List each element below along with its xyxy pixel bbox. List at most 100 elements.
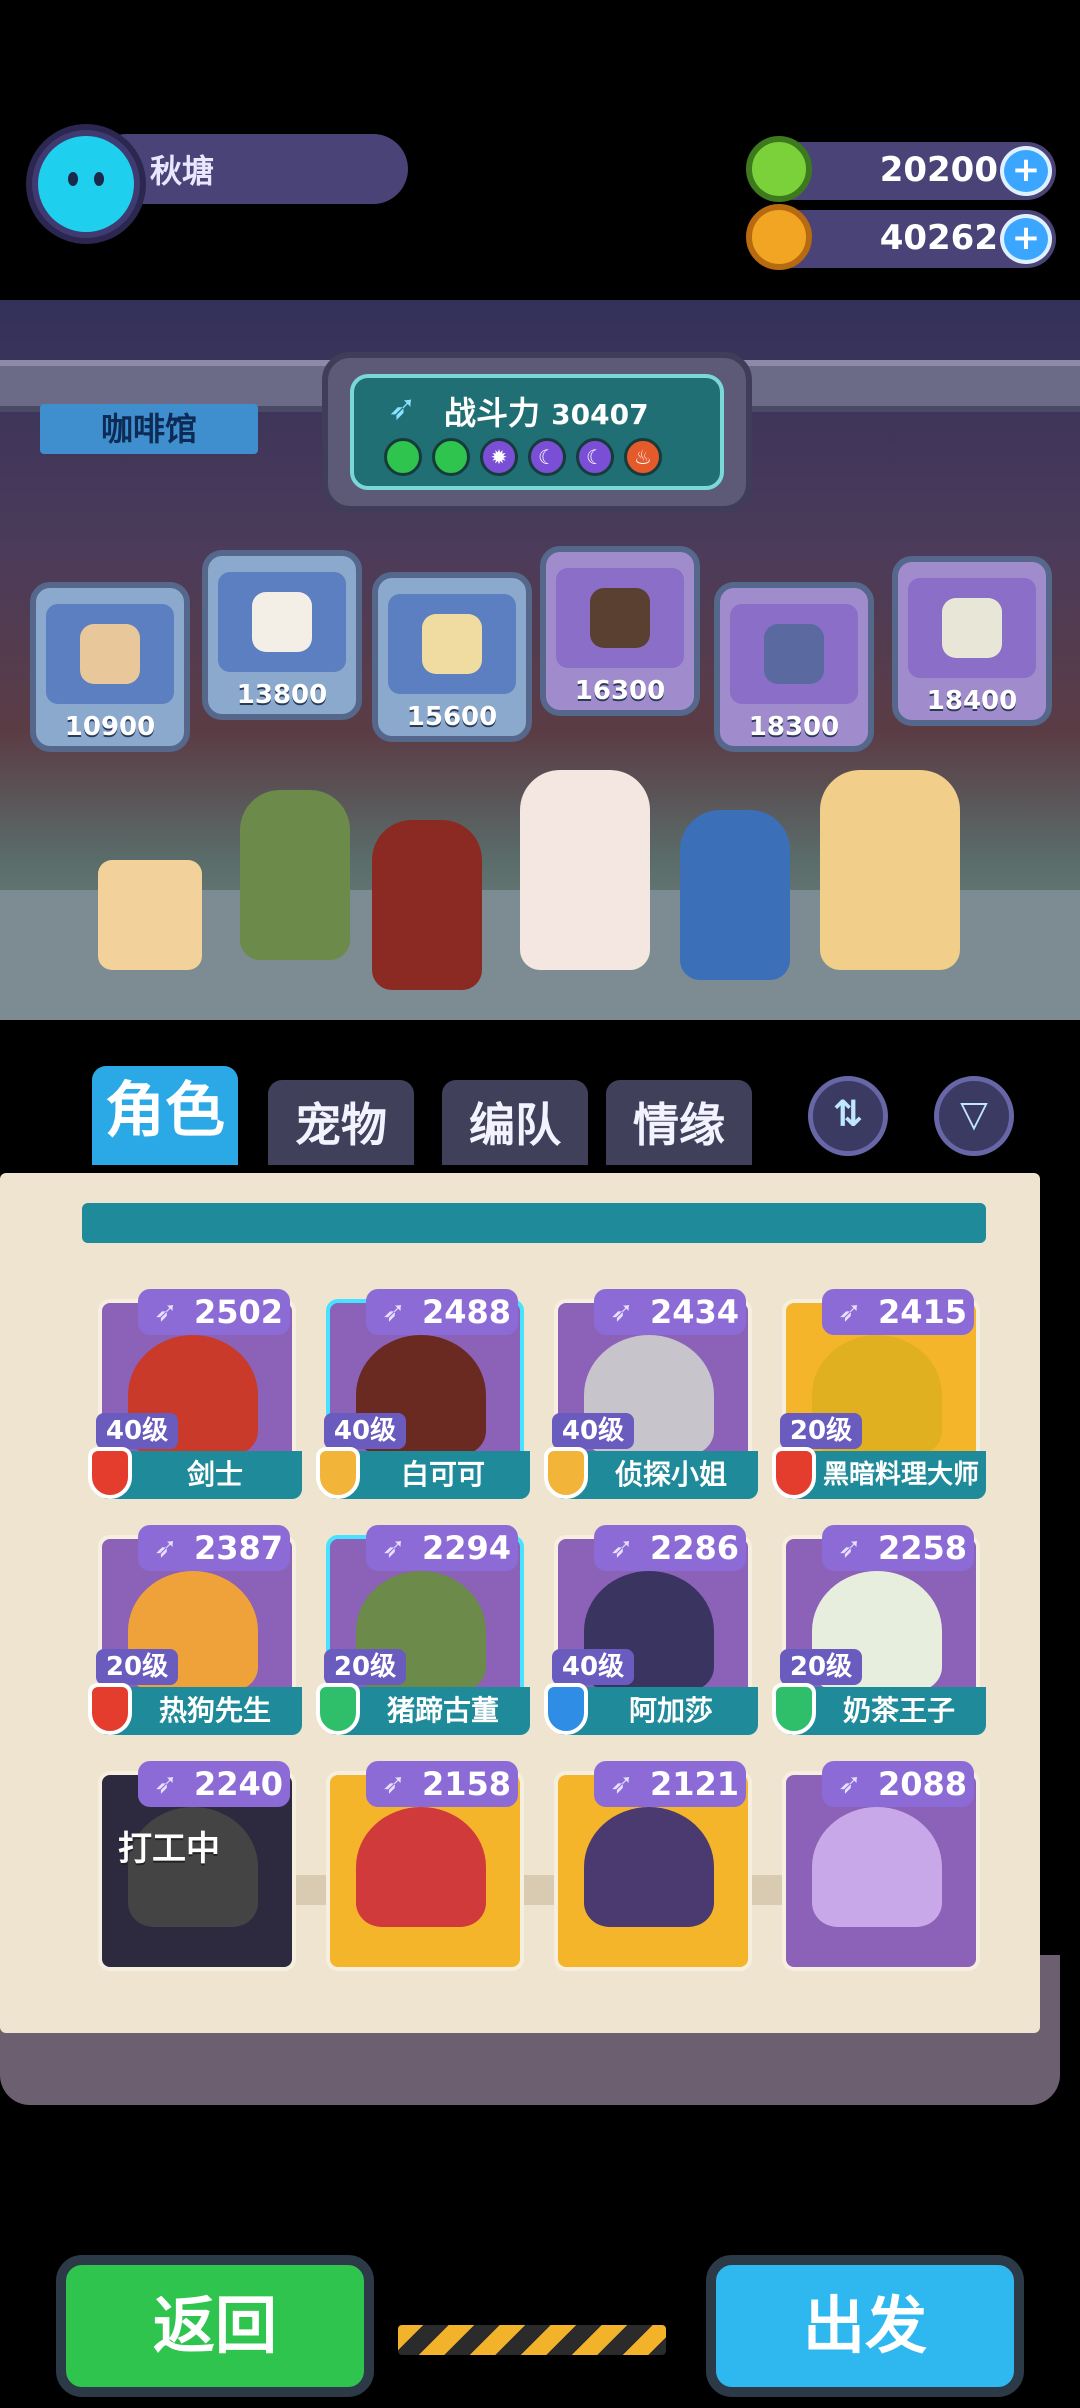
shield-icon [544, 1447, 588, 1499]
pet-power: 13800 [236, 680, 328, 710]
shield-icon [88, 1447, 132, 1499]
character-card[interactable]: ➶ 2387 20级 热狗先生 [88, 1525, 302, 1747]
rocket-icon: ➶ [610, 1295, 634, 1328]
currency-planet: 40262 + [746, 204, 1056, 270]
character-portrait [356, 1807, 486, 1927]
power-badge: ➶ 2286 [594, 1525, 746, 1571]
stage-character[interactable] [240, 790, 350, 960]
power-badge: ➶ 2240 [138, 1761, 290, 1807]
depart-button[interactable]: 出发 [706, 2255, 1024, 2397]
sun-icon: ✹ [480, 438, 518, 476]
tab-bonds[interactable]: 情缘 [606, 1080, 752, 1170]
currency-value: 20200 [879, 150, 998, 190]
stage-character[interactable] [820, 770, 960, 970]
character-card[interactable]: ➶ 2158 [316, 1761, 530, 1983]
tab-formation[interactable]: 编队 [442, 1080, 588, 1170]
rocket-icon: ➶ [154, 1295, 178, 1328]
character-card[interactable]: ➶ 2488 40级 白可可 [316, 1289, 530, 1511]
character-card[interactable]: ➶ 2502 40级 剑士 [88, 1289, 302, 1511]
pet-icon [942, 598, 1002, 658]
pet-power: 10900 [64, 712, 156, 742]
power-badge: ➶ 2088 [822, 1761, 974, 1807]
combat-power: 战斗力 30407 [444, 394, 649, 432]
pet-portrait [908, 578, 1036, 678]
rocket-icon: ➶ [388, 388, 417, 428]
rocket-icon: ➶ [154, 1531, 178, 1564]
add-donut-button[interactable]: + [1000, 146, 1052, 196]
character-book: ➶ 2502 40级 剑士 ➶ 2488 40级 白可可 ➶ 2434 40级 侦探小… [0, 1165, 1080, 2165]
currency-donut: 20200 + [746, 136, 1056, 202]
location-tag: 咖啡馆 [40, 404, 258, 454]
level-badge: 20级 [96, 1649, 178, 1685]
stage-character[interactable] [680, 810, 790, 980]
shield-icon [316, 1683, 360, 1735]
pet-portrait [556, 568, 684, 668]
pet-slot[interactable]: 18300 [714, 582, 874, 752]
level-badge: 40级 [552, 1413, 634, 1449]
cat-avatar-icon [38, 136, 134, 232]
power-badge: ➶ 2294 [366, 1525, 518, 1571]
pet-slot[interactable]: 13800 [202, 550, 362, 720]
moon-icon: ☾ [528, 438, 566, 476]
character-card[interactable]: ➶ 2240 打工中 [88, 1761, 302, 1983]
player-avatar[interactable] [26, 124, 146, 244]
power-badge: ➶ 2158 [366, 1761, 518, 1807]
filter-button[interactable]: ▽ [934, 1076, 1014, 1156]
moon-icon: ☾ [576, 438, 614, 476]
pet-power: 18400 [926, 686, 1018, 716]
sort-button[interactable]: ⇅ [808, 1076, 888, 1156]
character-card[interactable]: ➶ 2121 [544, 1761, 758, 1983]
green-orb-icon [432, 438, 470, 476]
shield-icon [772, 1683, 816, 1735]
tab-characters[interactable]: 角色 [92, 1066, 238, 1170]
power-badge: ➶ 2434 [594, 1289, 746, 1335]
power-badge: ➶ 2415 [822, 1289, 974, 1335]
green-orb-icon [384, 438, 422, 476]
pet-power: 18300 [748, 712, 840, 742]
rocket-icon: ➶ [610, 1531, 634, 1564]
back-button[interactable]: 返回 [56, 2255, 374, 2397]
working-status: 打工中 [118, 1829, 220, 1869]
combat-power-screen: ➶ 战斗力 30407 ✹ ☾ ☾ ♨ [350, 374, 724, 490]
character-card[interactable]: ➶ 2286 40级 阿加莎 [544, 1525, 758, 1747]
pet-power: 15600 [406, 702, 498, 732]
level-badge: 40级 [552, 1649, 634, 1685]
stage-character[interactable] [372, 820, 482, 990]
pet-icon [590, 588, 650, 648]
character-card[interactable]: ➶ 2088 [772, 1761, 986, 1983]
pet-slot[interactable]: 16300 [540, 546, 700, 716]
add-planet-button[interactable]: + [1000, 214, 1052, 264]
shield-icon [544, 1683, 588, 1735]
currency-value: 40262 [879, 218, 998, 258]
power-badge: ➶ 2121 [594, 1761, 746, 1807]
character-grid[interactable]: ➶ 2502 40级 剑士 ➶ 2488 40级 白可可 ➶ 2434 40级 侦探小… [82, 1203, 986, 2011]
character-card[interactable]: ➶ 2434 40级 侦探小姐 [544, 1289, 758, 1511]
pet-portrait [46, 604, 174, 704]
pet-slot[interactable]: 15600 [372, 572, 532, 742]
pet-icon [252, 592, 312, 652]
top-bar: 秋塘 20200 + 40262 + [0, 0, 1080, 300]
pet-icon [764, 624, 824, 684]
stage-character[interactable] [520, 770, 650, 970]
power-badge: ➶ 2488 [366, 1289, 518, 1335]
power-badge: ➶ 2258 [822, 1525, 974, 1571]
fire-icon: ♨ [624, 438, 662, 476]
player-name: 秋塘 [150, 152, 215, 190]
character-card[interactable]: ➶ 2294 20级 猪蹄古董 [316, 1525, 530, 1747]
character-card[interactable]: ➶ 2415 20级 黑暗料理大师 [772, 1289, 986, 1511]
pet-slot[interactable]: 18400 [892, 556, 1052, 726]
tab-pets[interactable]: 宠物 [268, 1080, 414, 1170]
hazard-stripe [398, 2325, 666, 2355]
pet-portrait [218, 572, 346, 672]
character-card[interactable]: ➶ 2258 20级 奶茶王子 [772, 1525, 986, 1747]
pet-portrait [388, 594, 516, 694]
stage-character-pet [98, 860, 202, 970]
power-badge: ➶ 2387 [138, 1525, 290, 1571]
pet-slot[interactable]: 10900 [30, 582, 190, 752]
rocket-icon: ➶ [838, 1531, 862, 1564]
pet-power: 16300 [574, 676, 666, 706]
power-badge: ➶ 2502 [138, 1289, 290, 1335]
level-badge: 20级 [780, 1413, 862, 1449]
shield-icon [316, 1447, 360, 1499]
tab-bar: 角色 宠物 编队 情缘 ⇅ ▽ [0, 1020, 1080, 1170]
